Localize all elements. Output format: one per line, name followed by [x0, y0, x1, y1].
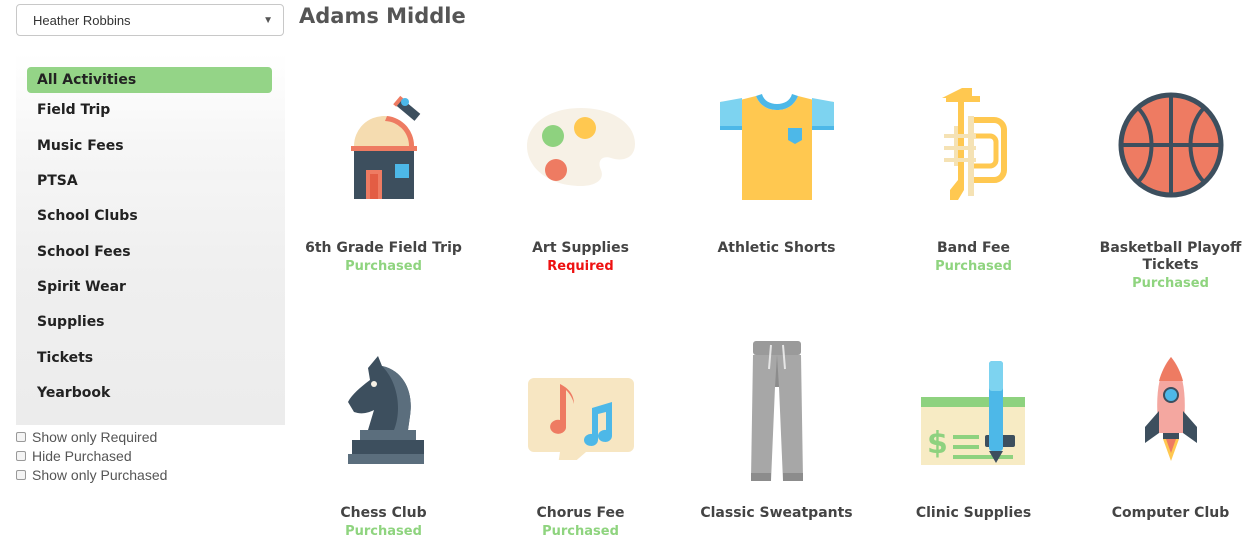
- category-school-clubs[interactable]: School Clubs: [27, 203, 272, 229]
- basketball-icon: [1072, 80, 1248, 210]
- status-badge: Purchased: [542, 524, 619, 539]
- status-badge: Purchased: [935, 259, 1012, 274]
- category-field-trip[interactable]: Field Trip: [27, 97, 272, 123]
- observatory-icon: [285, 80, 482, 210]
- category-supplies[interactable]: Supplies: [27, 309, 272, 335]
- status-badge: Purchased: [345, 524, 422, 539]
- category-yearbook[interactable]: Yearbook: [27, 380, 272, 406]
- category-sidebar: All Activities Field Trip Music Fees PTS…: [16, 53, 285, 425]
- category-ptsa[interactable]: PTSA: [27, 168, 272, 194]
- activity-name: 6th Grade Field Trip: [305, 240, 462, 256]
- status-badge: Required: [547, 259, 614, 274]
- chess-knight-icon: [285, 345, 482, 475]
- rocket-icon: [1072, 345, 1248, 475]
- student-select-value: Heather Robbins: [33, 12, 131, 28]
- page-title: Adams Middle: [299, 4, 466, 28]
- checkbox[interactable]: [16, 469, 26, 480]
- activity-name: Athletic Shorts: [717, 240, 836, 256]
- activity-name: Basketball Playoff Tickets: [1099, 240, 1242, 273]
- filter-options: Show only Required Hide Purchased Show o…: [16, 427, 167, 484]
- student-select[interactable]: Heather Robbins ▼: [16, 4, 284, 36]
- category-spirit-wear[interactable]: Spirit Wear: [27, 274, 272, 300]
- sweatpants-icon: [678, 340, 875, 485]
- checkbox[interactable]: [16, 450, 26, 461]
- category-music-fees[interactable]: Music Fees: [27, 133, 272, 159]
- activity-name: Art Supplies: [532, 240, 629, 256]
- activity-name: Computer Club: [1111, 505, 1230, 521]
- activity-name: Band Fee: [937, 240, 1010, 256]
- activity-name: Chess Club: [340, 505, 427, 521]
- chevron-down-icon: ▼: [263, 15, 273, 26]
- activity-name: Classic Sweatpants: [700, 505, 853, 521]
- filter-label: Hide Purchased: [32, 447, 132, 464]
- checkbox[interactable]: [16, 431, 26, 442]
- activity-name: Chorus Fee: [536, 505, 625, 521]
- trumpet-icon: [875, 80, 1072, 210]
- status-badge: Purchased: [1132, 276, 1209, 291]
- filter-show-only-purchased[interactable]: Show only Purchased: [16, 465, 167, 484]
- category-school-fees[interactable]: School Fees: [27, 239, 272, 265]
- filter-label: Show only Purchased: [32, 466, 168, 483]
- category-tickets[interactable]: Tickets: [27, 345, 272, 371]
- music-note-bubble-icon: [482, 345, 679, 475]
- palette-icon: [482, 80, 679, 210]
- filter-label: Show only Required: [32, 428, 158, 445]
- filter-hide-purchased[interactable]: Hide Purchased: [16, 446, 167, 465]
- svg-text:$: $: [927, 426, 948, 461]
- check-pen-icon: $: [875, 345, 1072, 475]
- activity-name: Clinic Supplies: [915, 505, 1032, 521]
- status-badge: Purchased: [345, 259, 422, 274]
- shirt-icon: [678, 80, 875, 210]
- category-all-activities[interactable]: All Activities: [27, 67, 272, 93]
- filter-show-only-required[interactable]: Show only Required: [16, 427, 167, 446]
